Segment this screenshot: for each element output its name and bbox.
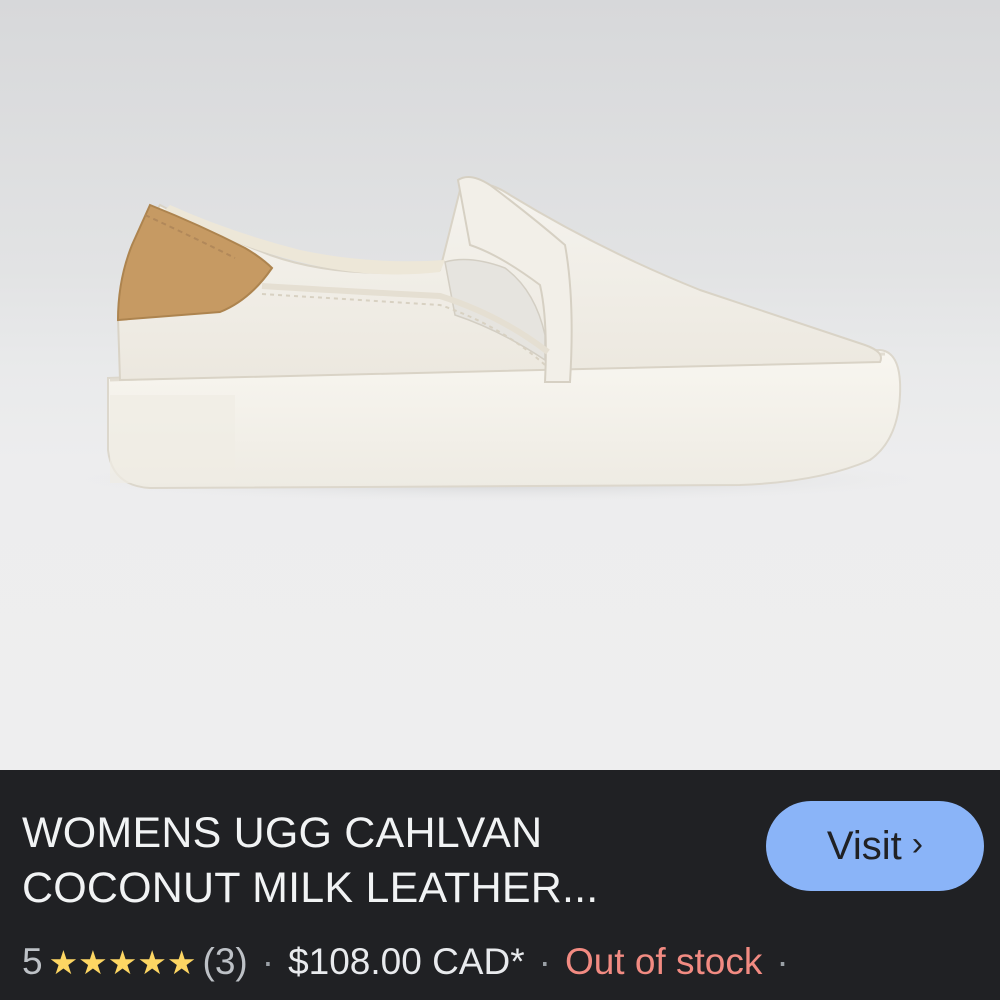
product-title[interactable]: WOMENS UGG CAHLVAN COCONUT MILK LEATHER.… — [22, 806, 722, 916]
product-title-line2[interactable]: COCONUT MILK LEATHER... — [22, 861, 722, 916]
separator-dot: · — [776, 941, 789, 982]
visit-button-label: Visit — [826, 823, 902, 868]
review-count[interactable]: (3) — [203, 941, 248, 983]
product-info-panel: WOMENS UGG CAHLVAN COCONUT MILK LEATHER.… — [0, 770, 1000, 1000]
slip-on-sneaker-illustration — [70, 175, 930, 502]
star-icon: ★★★★★ — [48, 943, 197, 981]
separator-dot: · — [538, 941, 551, 982]
product-title-line1[interactable]: WOMENS UGG CAHLVAN — [22, 806, 722, 861]
visit-button[interactable]: Visit › — [766, 801, 984, 891]
stock-status: Out of stock — [564, 941, 763, 982]
product-price: $108.00 CAD* — [288, 941, 525, 982]
rating-value: 5 — [22, 941, 43, 982]
star-rating-icons: ★★★★★ — [49, 946, 197, 979]
product-meta-row: 5 ★★★★★ (3) · $108.00 CAD* · Out of stoc… — [22, 940, 803, 984]
chevron-right-icon: › — [911, 824, 924, 863]
product-image[interactable] — [0, 0, 1000, 770]
separator-dot: · — [261, 941, 275, 982]
